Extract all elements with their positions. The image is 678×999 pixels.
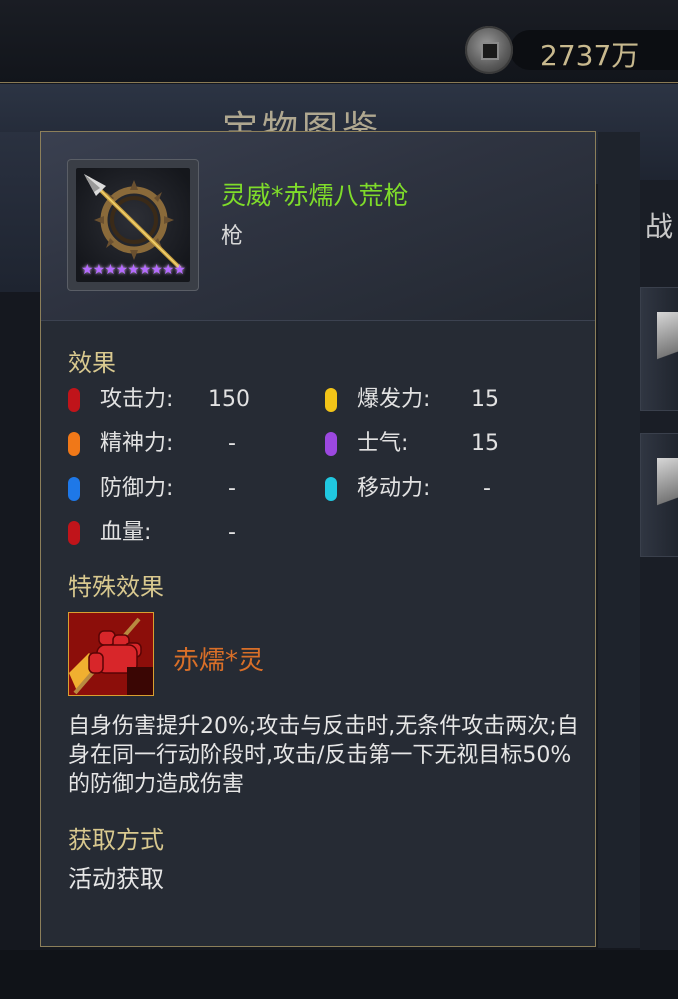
stat-movement: 移动力: - [325,474,565,504]
attack-dot-icon [68,388,80,412]
item-portrait: ★★★★★★★★★ [67,159,199,291]
currency-value: 2737万 [540,39,640,72]
bottom-bar [0,950,678,999]
defense-dot-icon [68,477,80,501]
item-name: 灵威*赤燸八荒枪 [221,181,409,210]
background-tab[interactable]: 战 [645,205,673,245]
acquire-title: 获取方式 [68,826,164,854]
fist-icon [68,612,154,696]
coin-icon [465,26,513,74]
skill-fist-art [69,613,153,695]
stat-attack: 攻击力: 150 [68,385,308,415]
movement-dot-icon [325,477,337,501]
skill-description: 自身伤害提升20%;攻击与反击时,无条件攻击两次;自身在同一行动阶段时,攻击/反… [68,714,579,797]
hp-dot-icon [68,521,80,545]
skill-name: 赤燸*灵 [173,646,265,676]
spear-icon [657,458,678,528]
background-item-card[interactable] [640,287,678,411]
background-item-card[interactable] [640,433,678,557]
item-type: 枪 [221,224,244,249]
special-effect-title: 特殊效果 [68,573,164,601]
stat-hp: 血量: - [68,518,308,548]
stat-spirit: 精神力: - [68,429,308,459]
acquire-method: 活动获取 [68,865,164,893]
morale-dot-icon [325,432,337,456]
burst-dot-icon [325,388,337,412]
item-detail-panel: ★★★★★★★★★ 灵威*赤燸八荒枪 枪 效果 攻击力: 150 爆发力: 15… [40,131,596,947]
background-right-panel [598,132,640,948]
effects-title: 效果 [68,349,116,377]
item-image: ★★★★★★★★★ [76,168,190,282]
spirit-dot-icon [68,432,80,456]
background-left-panel [0,132,40,292]
stat-defense: 防御力: - [68,474,308,504]
spear-icon [657,312,678,382]
stat-morale: 士气: 15 [325,429,565,459]
star-rating: ★★★★★★★★★ [81,262,186,278]
stat-burst: 爆发力: 15 [325,385,565,415]
